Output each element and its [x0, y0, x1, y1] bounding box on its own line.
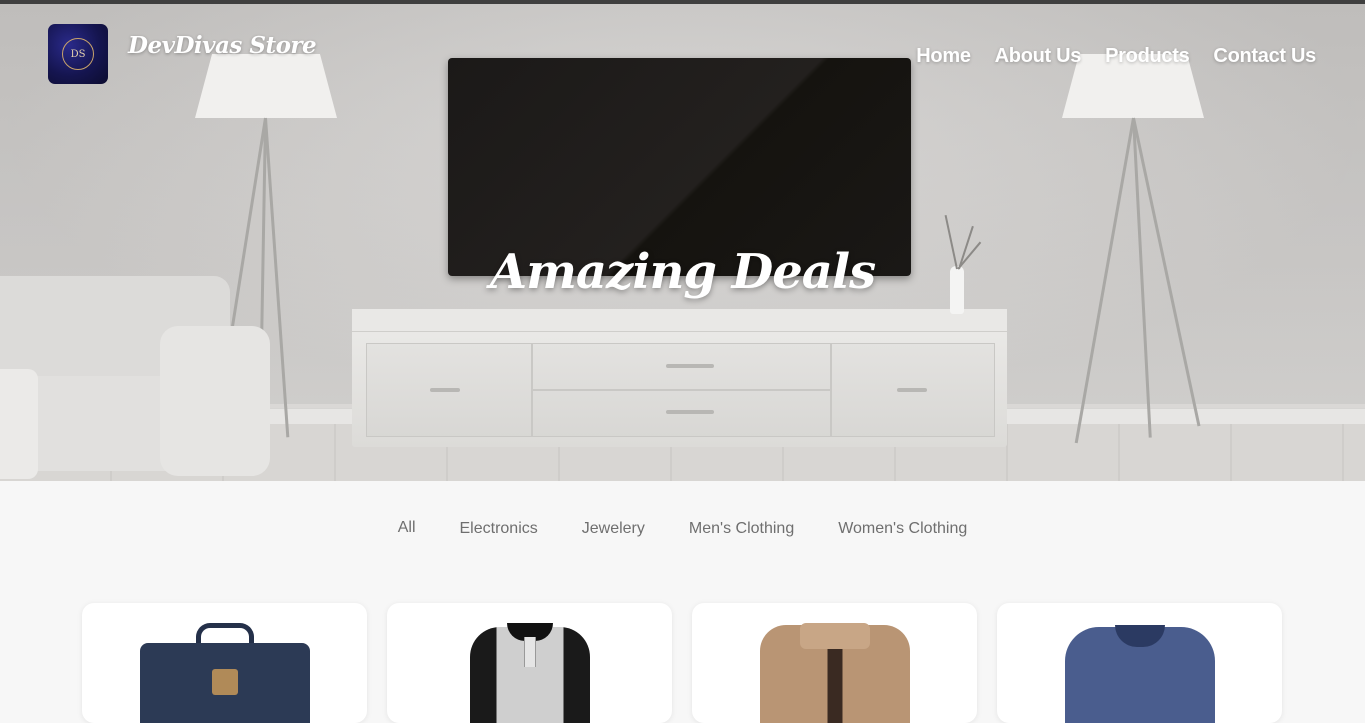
nav-link-products[interactable]: Products	[1105, 45, 1190, 68]
jacket-collar	[799, 623, 870, 649]
brand-name[interactable]: DevDivas Store	[128, 32, 317, 59]
filter-all[interactable]: All	[398, 518, 416, 538]
filter-mens-clothing[interactable]: Men's Clothing	[689, 520, 794, 538]
shirt-placket	[523, 637, 536, 667]
product-card[interactable]	[997, 603, 1282, 723]
filter-jewelery[interactable]: Jewelery	[582, 520, 645, 538]
drawer-handle	[430, 388, 460, 392]
logo-emblem: DS	[62, 38, 94, 70]
product-grid	[82, 603, 1282, 723]
nav-link-contact[interactable]: Contact Us	[1213, 45, 1316, 68]
store-logo-icon[interactable]: DS	[48, 24, 108, 84]
tv-console	[352, 309, 1007, 447]
category-filter-bar: All Electronics Jewelery Men's Clothing …	[0, 518, 1365, 538]
tv-console-top	[352, 309, 1007, 332]
nav-link-home[interactable]: Home	[916, 45, 971, 68]
drawer-handle	[666, 364, 714, 368]
backpack-patch	[211, 669, 238, 695]
nav-link-about[interactable]: About Us	[995, 45, 1082, 68]
drawer-handle	[897, 388, 927, 392]
nav-menu: Home About Us Products Contact Us	[916, 45, 1316, 68]
sofa-arm	[160, 326, 270, 476]
product-card[interactable]	[387, 603, 672, 723]
product-card[interactable]	[82, 603, 367, 723]
filter-womens-clothing[interactable]: Women's Clothing	[838, 520, 967, 538]
product-card[interactable]	[692, 603, 977, 723]
navbar: DS DevDivas Store Home About Us Products…	[0, 0, 1365, 100]
drawer-handle	[666, 410, 714, 414]
sofa-arm-left	[0, 369, 38, 479]
hero-title: Amazing Deals	[489, 244, 876, 300]
filter-electronics[interactable]: Electronics	[460, 520, 538, 538]
